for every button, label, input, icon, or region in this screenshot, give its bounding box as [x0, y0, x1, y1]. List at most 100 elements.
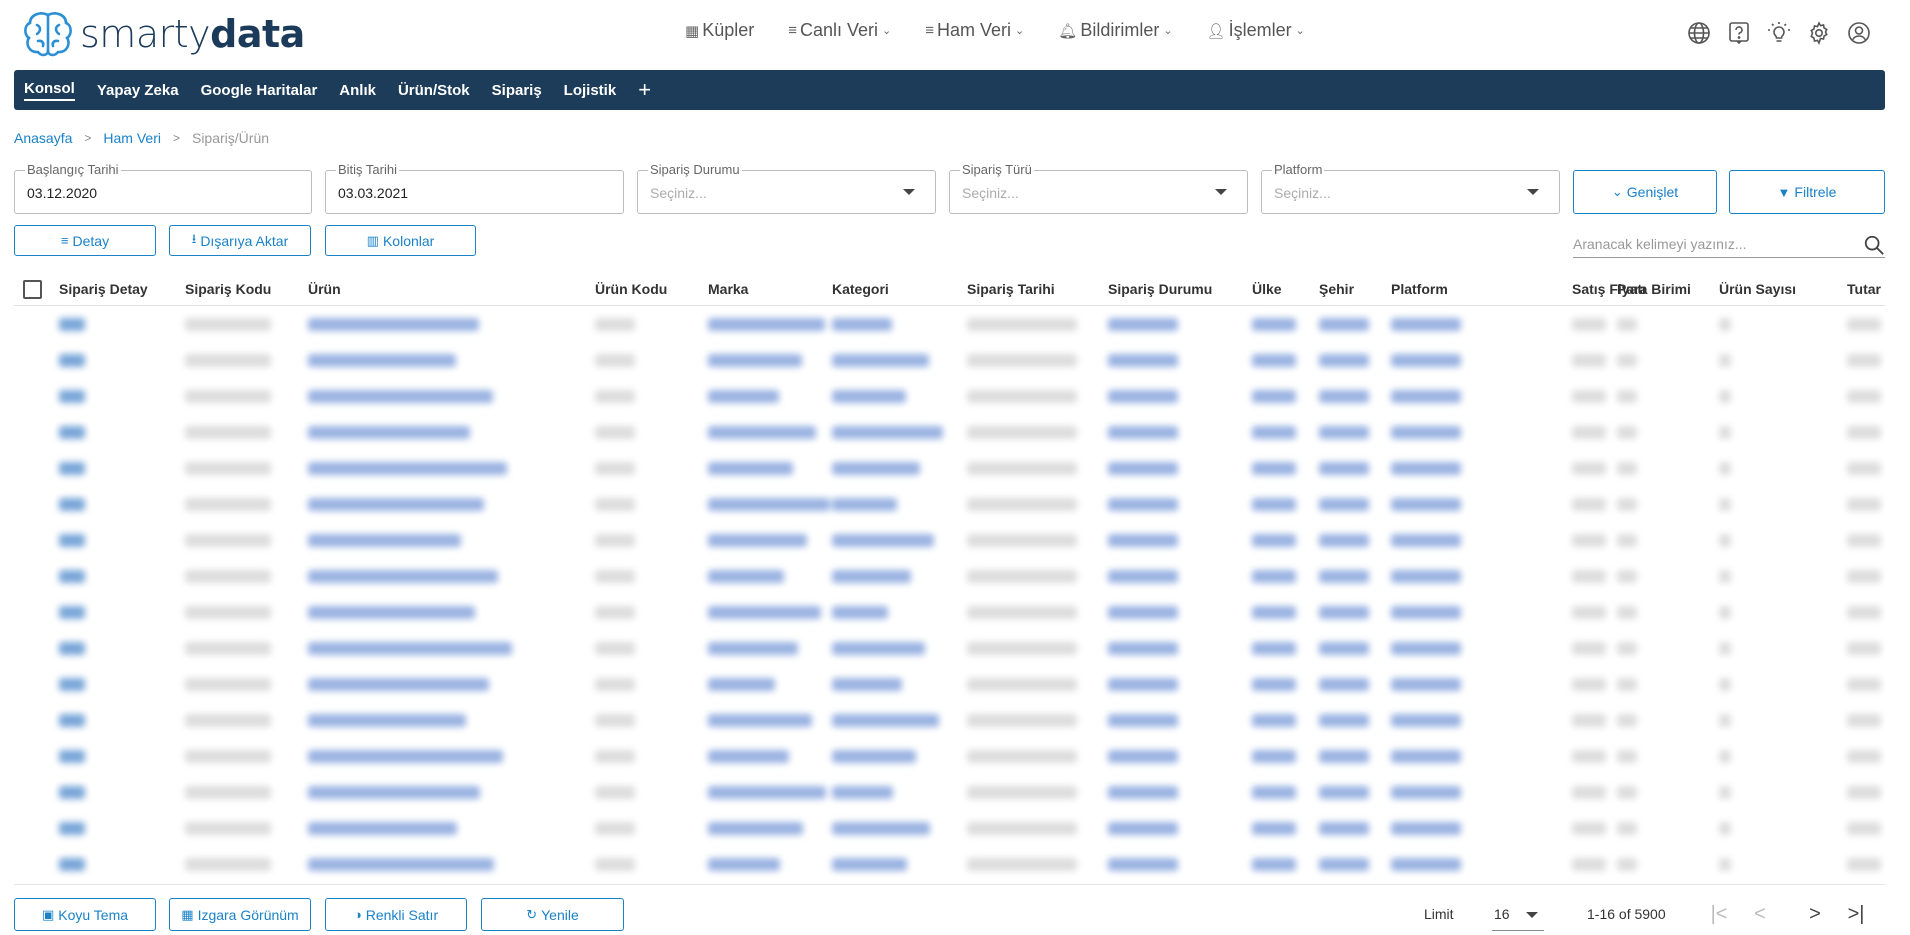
start-date-field[interactable]: Başlangıç Tarihi 03.12.2020	[14, 162, 312, 214]
col-header[interactable]: Ürün Sayısı	[1719, 281, 1796, 297]
tab-urun-stok[interactable]: Ürün/Stok	[398, 82, 470, 99]
col-header[interactable]: Marka	[708, 281, 748, 297]
help-icon[interactable]	[1726, 20, 1752, 46]
smartydata-logo[interactable]: smartydata	[20, 8, 305, 60]
dark-theme-button[interactable]: ▣ Koyu Tema	[14, 898, 156, 931]
table-row[interactable]	[14, 558, 1885, 594]
filter-button[interactable]: ▼ Filtrele	[1729, 170, 1885, 214]
user-account-icon[interactable]	[1846, 20, 1872, 46]
table-cell[interactable]	[59, 822, 85, 835]
previous-page-icon[interactable]: <	[1746, 900, 1774, 928]
colored-rows-button[interactable]: ◑ Renkli Satır	[325, 898, 467, 931]
tab-google-haritalar[interactable]: Google Haritalar	[201, 82, 318, 99]
table-cell[interactable]	[59, 786, 85, 799]
table-cell[interactable]	[59, 678, 85, 691]
table-cell	[1252, 858, 1296, 871]
refresh-button[interactable]: ↻ Yenile	[481, 898, 624, 931]
nav-kupler[interactable]: ▦ Küpler	[685, 20, 754, 41]
search-icon[interactable]	[1863, 234, 1885, 256]
col-header[interactable]: Kategori	[832, 281, 889, 297]
table-cell[interactable]	[59, 570, 85, 583]
col-header[interactable]: Sipariş Tarihi	[967, 281, 1055, 297]
limit-select[interactable]: 16	[1492, 898, 1544, 931]
nav-ham-veri[interactable]: ≡ Ham Veri ⌄	[925, 20, 1024, 41]
col-header[interactable]: Şehir	[1319, 281, 1354, 297]
nav-canli-veri[interactable]: ≡ Canlı Veri ⌄	[788, 20, 891, 41]
table-row[interactable]	[14, 486, 1885, 522]
table-cell	[967, 750, 1077, 763]
table-row[interactable]	[14, 378, 1885, 414]
table-row[interactable]	[14, 522, 1885, 558]
table-row[interactable]	[14, 774, 1885, 810]
table-row[interactable]	[14, 702, 1885, 738]
col-header[interactable]: Para Birimi	[1617, 281, 1691, 297]
tab-konsol[interactable]: Konsol	[24, 80, 75, 101]
table-cell[interactable]	[59, 642, 85, 655]
col-header[interactable]: Platform	[1391, 281, 1448, 297]
table-cell[interactable]	[59, 498, 85, 511]
gear-icon[interactable]	[1806, 20, 1832, 46]
col-header[interactable]: Sipariş Detay	[59, 281, 148, 297]
lightbulb-icon[interactable]	[1766, 20, 1792, 46]
select-all-checkbox[interactable]	[23, 280, 42, 299]
last-page-icon[interactable]: >|	[1842, 900, 1870, 928]
next-page-icon[interactable]: >	[1801, 900, 1829, 928]
nav-bildirimler[interactable]: 🔔︎ Bildirimler ⌄	[1058, 20, 1172, 41]
export-button[interactable]: ⭳ Dışarıya Aktar	[169, 225, 311, 256]
table-row[interactable]	[14, 414, 1885, 450]
table-cell[interactable]	[59, 534, 85, 547]
table-cell[interactable]	[59, 354, 85, 367]
add-tab-icon[interactable]: +	[638, 77, 651, 103]
breadcrumb-ham-veri[interactable]: Ham Veri	[103, 130, 161, 146]
table-cell[interactable]	[59, 390, 85, 403]
grid-view-button[interactable]: ▦ Izgara Görünüm	[169, 898, 311, 931]
order-status-select[interactable]: Sipariş Durumu Seçiniz...	[637, 162, 936, 214]
table-cell[interactable]	[59, 858, 85, 871]
platform-select[interactable]: Platform Seçiniz...	[1261, 162, 1560, 214]
table-row[interactable]	[14, 306, 1885, 342]
table-row[interactable]	[14, 666, 1885, 702]
detail-button[interactable]: ≡ Detay	[14, 225, 156, 256]
table-row[interactable]	[14, 594, 1885, 630]
table-cell[interactable]	[59, 318, 85, 331]
table-cell[interactable]	[59, 750, 85, 763]
table-cell[interactable]	[59, 462, 85, 475]
table-cell	[1391, 534, 1461, 547]
col-header[interactable]: Ürün	[308, 281, 341, 297]
table-cell	[1847, 462, 1881, 475]
col-header[interactable]: Tutar	[1847, 281, 1881, 297]
tab-siparis[interactable]: Sipariş	[492, 82, 542, 99]
table-body	[14, 306, 1885, 882]
first-page-icon[interactable]: |<	[1705, 900, 1733, 928]
table-cell[interactable]	[59, 426, 85, 439]
table-row[interactable]	[14, 450, 1885, 486]
table-cell	[308, 750, 503, 763]
table-cell[interactable]	[59, 606, 85, 619]
col-header[interactable]: Ülke	[1252, 281, 1282, 297]
table-row[interactable]	[14, 810, 1885, 846]
col-header[interactable]: Ürün Kodu	[595, 281, 667, 297]
nav-label: Küpler	[702, 20, 755, 40]
tab-yapay-zeka[interactable]: Yapay Zeka	[97, 82, 179, 99]
table-row[interactable]	[14, 846, 1885, 882]
tab-anlik[interactable]: Anlık	[339, 82, 376, 99]
table-cell	[1617, 462, 1637, 475]
order-type-select[interactable]: Sipariş Türü Seçiniz...	[949, 162, 1248, 214]
breadcrumb-home[interactable]: Anasayfa	[14, 130, 72, 146]
table-cell	[308, 498, 484, 511]
end-date-field[interactable]: Bitiş Tarihi 03.03.2021	[325, 162, 624, 214]
col-header[interactable]: Sipariş Kodu	[185, 281, 271, 297]
table-row[interactable]	[14, 342, 1885, 378]
table-cell	[1847, 390, 1881, 403]
table-cell[interactable]	[59, 714, 85, 727]
search-input[interactable]: Aranacak kelimeyi yazınız...	[1573, 228, 1885, 258]
globe-icon[interactable]	[1686, 20, 1712, 46]
col-header[interactable]: Sipariş Durumu	[1108, 281, 1212, 297]
table-row[interactable]	[14, 630, 1885, 666]
table-row[interactable]	[14, 738, 1885, 774]
table-cell	[1847, 786, 1881, 799]
expand-button[interactable]: ⌄ Genişlet	[1573, 170, 1717, 214]
tab-lojistik[interactable]: Lojistik	[564, 82, 617, 99]
columns-button[interactable]: ▥ Kolonlar	[325, 225, 476, 256]
nav-islemler[interactable]: 👤︎ İşlemler ⌄	[1207, 20, 1305, 41]
